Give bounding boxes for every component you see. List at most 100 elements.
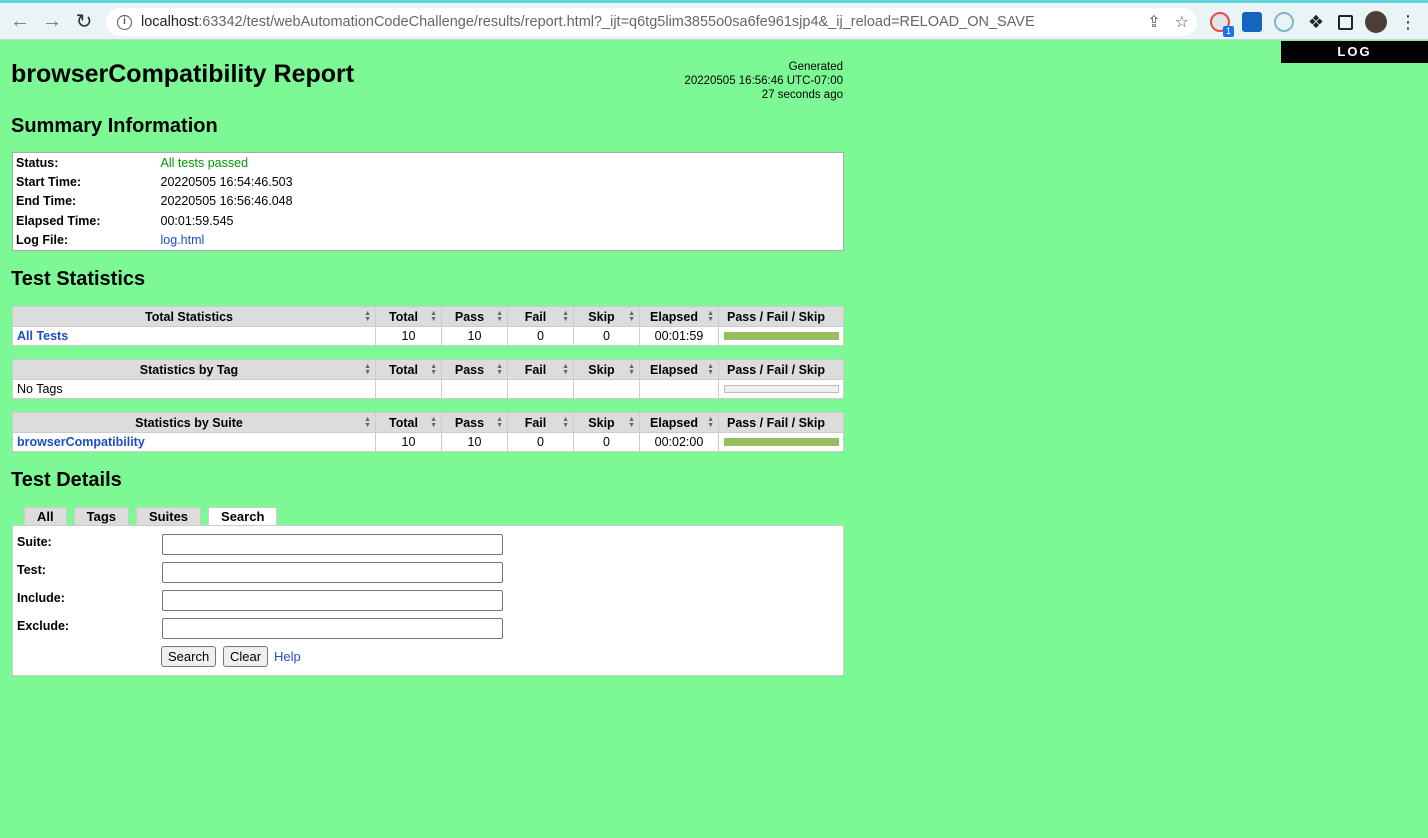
sort-icon: ▲ ▼ xyxy=(628,363,635,376)
statistics-header-row: Statistics by Tag ▲ ▼ Total ▲ ▼ Pass ▲ ▼ Fail ▲ ▼ Sk… xyxy=(12,359,844,380)
profile-avatar[interactable] xyxy=(1365,11,1387,33)
column-header[interactable]: Pass ▲ ▼ xyxy=(441,412,508,433)
row-name-cell: All Tests xyxy=(12,326,376,346)
status-value: All tests passed xyxy=(160,155,249,170)
more-menu-icon[interactable]: ⋮ xyxy=(1399,12,1419,32)
extension-icon[interactable]: 1 xyxy=(1210,12,1234,37)
pass-cell: 10 xyxy=(441,432,508,452)
generated-ago: 27 seconds ago xyxy=(761,89,843,101)
react-devtools-icon[interactable] xyxy=(1274,12,1294,32)
elapsed-cell: 00:02:00 xyxy=(639,432,719,452)
column-header[interactable]: Total ▲ ▼ xyxy=(375,306,442,327)
column-header[interactable]: Total Statistics ▲ ▼ xyxy=(12,306,376,327)
column-header[interactable]: Fail ▲ ▼ xyxy=(507,306,574,327)
address-bar[interactable]: i localhost:63342/test/webAutomationCode… xyxy=(106,8,1197,36)
column-header[interactable]: Pass / Fail / Skip xyxy=(718,359,844,380)
column-header-label: Pass xyxy=(454,309,485,324)
elapsed-cell xyxy=(639,379,719,399)
log-file-link[interactable]: log.html xyxy=(161,233,205,247)
fail-cell: 0 xyxy=(507,432,574,452)
column-header[interactable]: Statistics by Tag ▲ ▼ xyxy=(12,359,376,380)
info-icon[interactable]: i xyxy=(117,14,132,30)
column-header-label: Total xyxy=(389,309,418,324)
summary-row-end: End Time: 20220505 16:56:46.048 xyxy=(13,192,844,212)
column-header[interactable]: Skip ▲ ▼ xyxy=(573,306,640,327)
sort-icon: ▲ ▼ xyxy=(496,310,503,323)
summary-key: End Time: xyxy=(16,194,77,209)
tab-suites[interactable]: Suites xyxy=(136,507,202,525)
back-arrow-icon[interactable]: ← xyxy=(6,7,34,35)
include-input[interactable] xyxy=(162,590,503,611)
row-name-cell: No Tags xyxy=(12,379,376,399)
sort-icon: ▲ ▼ xyxy=(707,416,714,429)
summary-row-logfile: Log File: log.html xyxy=(13,231,844,251)
generated-info: Generated 20220505 16:56:46 UTC-07:00 27… xyxy=(640,60,843,102)
row-name-cell: browserCompatibility xyxy=(12,432,376,452)
details-tabs: All Tags Suites Search xyxy=(24,507,278,526)
row-name-link[interactable]: All Tests xyxy=(17,329,68,343)
include-label: Include: xyxy=(17,591,65,605)
clear-button[interactable]: Clear xyxy=(223,646,269,667)
share-icon[interactable]: ⇪ xyxy=(1147,12,1160,32)
column-header-label: Pass xyxy=(454,362,485,377)
sort-icon: ▲ ▼ xyxy=(496,416,503,429)
column-header-label: Total xyxy=(389,362,418,377)
sort-icon: ▲ ▼ xyxy=(364,363,371,376)
column-header[interactable]: Pass / Fail / Skip xyxy=(718,412,844,433)
sort-icon: ▲ ▼ xyxy=(364,310,371,323)
column-header[interactable]: Pass ▲ ▼ xyxy=(441,306,508,327)
details-heading: Test Details xyxy=(11,469,122,491)
column-header[interactable]: Total ▲ ▼ xyxy=(375,359,442,380)
column-header[interactable]: Skip ▲ ▼ xyxy=(573,412,640,433)
statistics-heading: Test Statistics xyxy=(11,268,146,290)
tab-tags[interactable]: Tags xyxy=(73,507,130,525)
log-button[interactable]: LOG xyxy=(1281,41,1428,63)
summary-key: Start Time: xyxy=(16,174,82,189)
log-file-cell: log.html xyxy=(158,231,844,251)
row-name-text: No Tags xyxy=(17,382,63,396)
column-header-label: Pass xyxy=(454,415,485,430)
table-row: All Tests 10 10 0 0 00:01:59 xyxy=(12,326,844,346)
test-input[interactable] xyxy=(162,562,503,583)
search-button[interactable]: Search xyxy=(161,646,217,667)
column-header[interactable]: Total ▲ ▼ xyxy=(375,412,442,433)
tab-search[interactable]: Search xyxy=(208,507,278,526)
elapsed-cell: 00:01:59 xyxy=(639,326,719,346)
puzzle-extensions-icon[interactable]: ❖ xyxy=(1306,12,1326,32)
side-panel-icon[interactable] xyxy=(1338,14,1353,30)
forward-arrow-icon[interactable]: → xyxy=(38,7,66,35)
column-header-label: Skip xyxy=(588,309,615,324)
sort-icon: ▲ ▼ xyxy=(562,416,569,429)
column-header[interactable]: Pass ▲ ▼ xyxy=(441,359,508,380)
pass-fail-skip-bar xyxy=(723,385,839,393)
sort-icon: ▲ ▼ xyxy=(364,416,371,429)
suite-input[interactable] xyxy=(162,534,503,555)
column-header[interactable]: Skip ▲ ▼ xyxy=(573,359,640,380)
column-header[interactable]: Elapsed ▲ ▼ xyxy=(639,306,719,327)
column-header-label: Pass / Fail / Skip xyxy=(727,362,825,377)
sort-icon: ▲ ▼ xyxy=(430,310,437,323)
column-header[interactable]: Elapsed ▲ ▼ xyxy=(639,412,719,433)
url-host: localhost xyxy=(141,14,199,30)
pass-fail-skip-cell xyxy=(718,379,844,399)
column-header[interactable]: Elapsed ▲ ▼ xyxy=(639,359,719,380)
column-header[interactable]: Fail ▲ ▼ xyxy=(507,412,574,433)
bookmark-star-icon[interactable]: ☆ xyxy=(1175,12,1189,32)
url-path: :63342/test/webAutomationCodeChallenge/r… xyxy=(198,14,1035,30)
tab-all[interactable]: All xyxy=(24,507,67,525)
summary-row-start: Start Time: 20220505 16:54:46.503 xyxy=(13,172,844,192)
row-name-link[interactable]: browserCompatibility xyxy=(17,435,145,449)
exclude-input[interactable] xyxy=(162,618,503,639)
screen-capture-extension-icon[interactable] xyxy=(1242,12,1262,32)
summary-row-elapsed: Elapsed Time: 00:01:59.545 xyxy=(13,211,844,231)
reload-icon[interactable]: ↻ xyxy=(70,7,98,35)
fail-cell: 0 xyxy=(507,326,574,346)
skip-cell: 0 xyxy=(573,326,640,346)
pass-fail-skip-cell xyxy=(718,326,844,346)
column-header-label: Fail xyxy=(524,309,547,324)
column-header[interactable]: Fail ▲ ▼ xyxy=(507,359,574,380)
column-header[interactable]: Statistics by Suite ▲ ▼ xyxy=(12,412,376,433)
help-link[interactable]: Help xyxy=(274,649,301,664)
elapsed-time-value: 00:01:59.545 xyxy=(160,214,234,229)
column-header[interactable]: Pass / Fail / Skip xyxy=(718,306,844,327)
